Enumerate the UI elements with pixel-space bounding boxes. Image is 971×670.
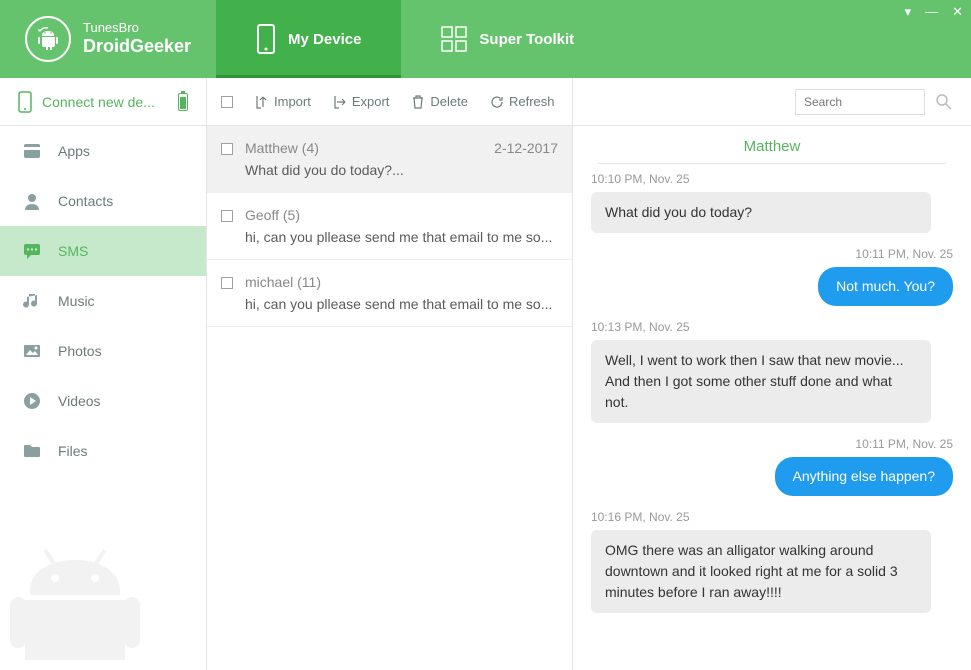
tab-super-toolkit[interactable]: Super Toolkit — [401, 0, 614, 78]
sidebar-item-files[interactable]: Files — [0, 426, 206, 476]
toolbar-label: Refresh — [509, 94, 555, 109]
sidebar-item-contacts[interactable]: Contacts — [0, 176, 206, 226]
message-time: 10:13 PM, Nov. 25 — [591, 320, 953, 334]
sidebar-item-photos[interactable]: Photos — [0, 326, 206, 376]
refresh-icon — [490, 95, 504, 109]
import-icon — [255, 95, 269, 109]
conversation-preview: What did you do today?... — [245, 162, 558, 178]
music-icon — [22, 292, 42, 310]
message-bubble-in: Well, I went to work then I saw that new… — [591, 340, 931, 423]
conversation-checkbox[interactable] — [221, 143, 233, 155]
tab-label: Super Toolkit — [479, 31, 574, 48]
message-bubble-out: Not much. You? — [818, 267, 953, 306]
brand-bottom: DroidGeeker — [83, 36, 191, 58]
logo-section: TunesBro DroidGeeker — [0, 0, 216, 78]
sidebar-item-music[interactable]: Music — [0, 276, 206, 326]
tab-my-device[interactable]: My Device — [216, 0, 401, 78]
conversation-list: Matthew (4) 2-12-2017 What did you do to… — [207, 126, 572, 670]
battery-icon — [178, 93, 188, 111]
divider — [598, 163, 946, 164]
sidebar-item-label: Photos — [58, 343, 102, 359]
sidebar-item-label: SMS — [58, 243, 88, 259]
delete-icon — [411, 95, 425, 109]
conversation-date: 2-12-2017 — [494, 140, 558, 156]
app-header: TunesBro DroidGeeker My Device Super Too… — [0, 0, 971, 78]
conversation-name: Matthew (4) — [245, 140, 319, 156]
window-controls: ▾ — ✕ — [905, 4, 963, 20]
sidebar-item-label: Apps — [58, 143, 90, 159]
message-list: 10:10 PM, Nov. 25 What did you do today?… — [573, 172, 971, 670]
conversation-preview: hi, can you pllease send me that email t… — [245, 296, 558, 312]
sidebar-item-apps[interactable]: Apps — [0, 126, 206, 176]
android-watermark-icon — [0, 540, 150, 670]
sms-icon — [22, 242, 42, 260]
message-time: 10:11 PM, Nov. 25 — [591, 247, 953, 261]
sidebar: Connect new de... Apps Contacts SMS Musi… — [0, 78, 207, 670]
files-icon — [22, 442, 42, 460]
logo-text: TunesBro DroidGeeker — [83, 20, 191, 57]
refresh-button[interactable]: Refresh — [490, 94, 555, 109]
grid-icon — [441, 26, 467, 52]
message-bubble-out: Anything else happen? — [775, 457, 953, 496]
toolbar-label: Export — [352, 94, 390, 109]
sidebar-item-sms[interactable]: SMS — [0, 226, 206, 276]
sidebar-item-videos[interactable]: Videos — [0, 376, 206, 426]
message-time: 10:11 PM, Nov. 25 — [591, 437, 953, 451]
brand-top: TunesBro — [83, 20, 191, 36]
import-button[interactable]: Import — [255, 94, 311, 109]
conversation-item[interactable]: Geoff (5) hi, can you pllease send me th… — [207, 193, 572, 260]
conversation-name: michael (11) — [245, 274, 321, 290]
search-input[interactable] — [795, 89, 925, 115]
conversation-item[interactable]: michael (11) hi, can you pllease send me… — [207, 260, 572, 327]
close-icon[interactable]: ✕ — [952, 4, 963, 20]
tab-label: My Device — [288, 31, 361, 48]
toolbar-label: Delete — [430, 94, 468, 109]
toolbar: Import Export Delete Refresh — [207, 78, 572, 126]
message-bubble-in: What did you do today? — [591, 192, 931, 233]
message-time: 10:10 PM, Nov. 25 — [591, 172, 953, 186]
export-button[interactable]: Export — [333, 94, 390, 109]
phone-icon — [256, 24, 276, 54]
minimize-icon[interactable]: — — [925, 4, 938, 20]
sidebar-item-label: Music — [58, 293, 95, 309]
menu-icon[interactable]: ▾ — [905, 4, 912, 20]
search-icon[interactable] — [935, 93, 953, 111]
contacts-icon — [22, 192, 42, 210]
conversation-checkbox[interactable] — [221, 277, 233, 289]
export-icon — [333, 95, 347, 109]
conversation-panel: Import Export Delete Refresh Matthew (4) — [207, 78, 573, 670]
connect-device-button[interactable]: Connect new de... — [0, 78, 206, 126]
message-bubble-in: OMG there was an alligator walking aroun… — [591, 530, 931, 613]
search-bar — [573, 78, 971, 126]
photos-icon — [22, 342, 42, 360]
select-all-checkbox[interactable] — [221, 96, 233, 108]
phone-small-icon — [18, 91, 32, 113]
sidebar-item-label: Files — [58, 443, 88, 459]
conversation-item[interactable]: Matthew (4) 2-12-2017 What did you do to… — [207, 126, 572, 193]
connect-label: Connect new de... — [42, 94, 155, 110]
conversation-name: Geoff (5) — [245, 207, 300, 223]
apps-icon — [22, 142, 42, 160]
chat-panel: Matthew 10:10 PM, Nov. 25 What did you d… — [573, 78, 971, 670]
message-time: 10:16 PM, Nov. 25 — [591, 510, 953, 524]
delete-button[interactable]: Delete — [411, 94, 468, 109]
sidebar-item-label: Contacts — [58, 193, 113, 209]
conversation-checkbox[interactable] — [221, 210, 233, 222]
conversation-preview: hi, can you pllease send me that email t… — [245, 229, 558, 245]
sidebar-item-label: Videos — [58, 393, 101, 409]
android-logo-icon — [25, 16, 71, 62]
toolbar-label: Import — [274, 94, 311, 109]
videos-icon — [22, 392, 42, 410]
chat-title: Matthew — [573, 126, 971, 163]
